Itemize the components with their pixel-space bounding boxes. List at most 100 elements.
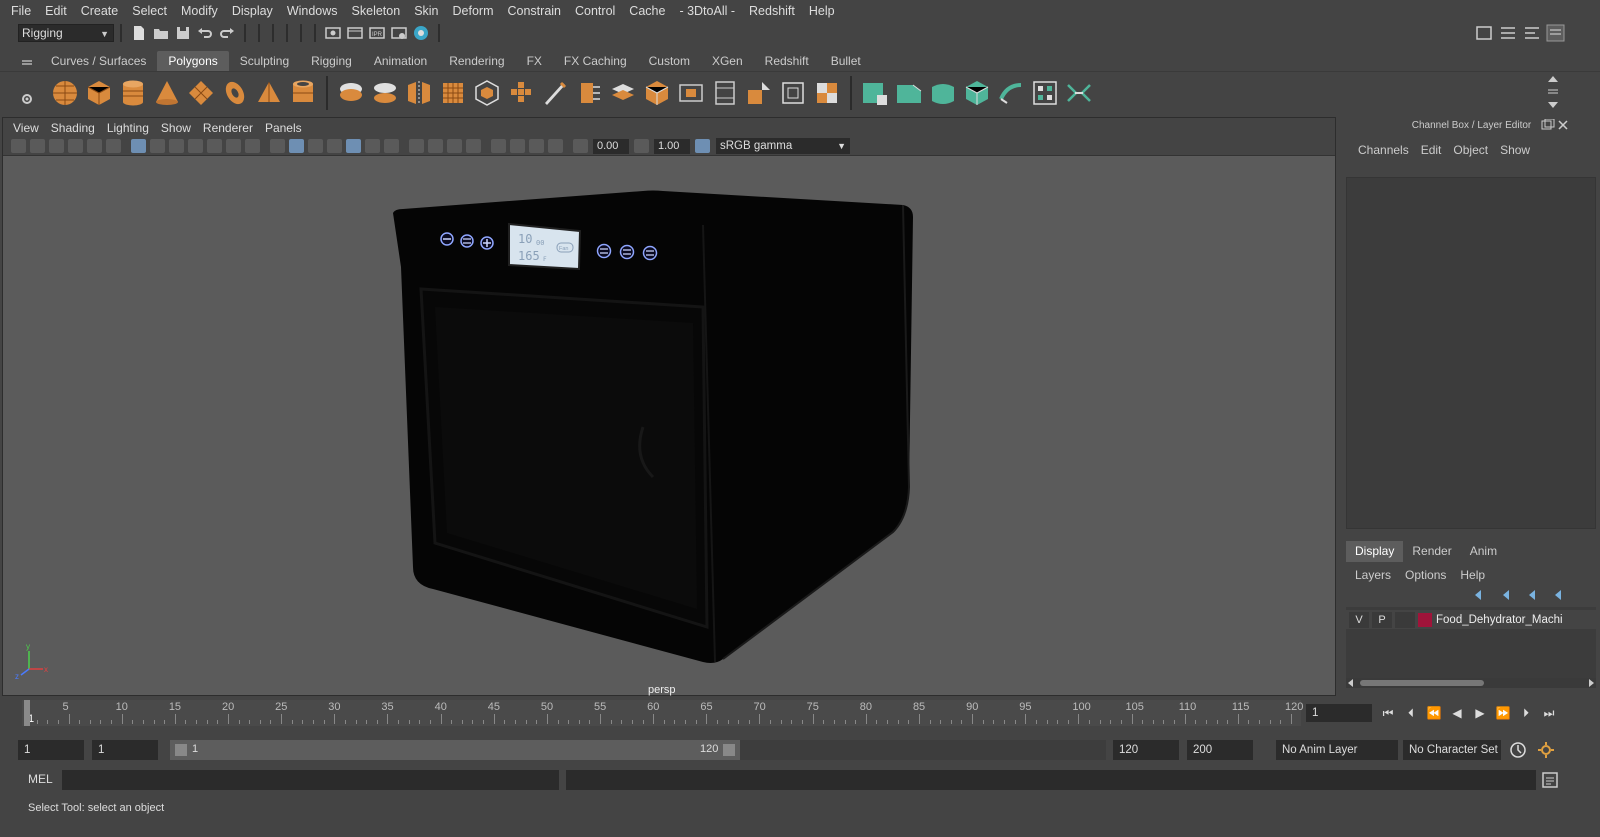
anim-layer-select[interactable]: No Anim Layer ▼ bbox=[1276, 740, 1414, 760]
bridge-icon[interactable] bbox=[609, 79, 637, 107]
hypershade-icon[interactable] bbox=[413, 25, 429, 41]
viewport-menu-view[interactable]: View bbox=[7, 121, 45, 135]
new-layer-icon[interactable] bbox=[1529, 590, 1535, 600]
new-scene-icon[interactable] bbox=[131, 25, 147, 41]
scale-uv-icon[interactable] bbox=[745, 79, 773, 107]
menu-display[interactable]: Display bbox=[225, 4, 280, 18]
view-transform-select[interactable]: sRGB gamma ▼ bbox=[716, 138, 850, 154]
select-camera-icon[interactable] bbox=[11, 139, 26, 153]
multisample-aa-icon[interactable] bbox=[447, 139, 462, 153]
shelf-tab-custom[interactable]: Custom bbox=[638, 51, 701, 71]
mel-command-input[interactable] bbox=[62, 770, 559, 790]
shadows-icon[interactable] bbox=[384, 139, 399, 153]
shelf-tab-rendering[interactable]: Rendering bbox=[438, 51, 515, 71]
shelf-tab-redshift[interactable]: Redshift bbox=[754, 51, 820, 71]
temp-button-icon[interactable] bbox=[619, 244, 635, 260]
depth-of-field-icon[interactable] bbox=[466, 139, 481, 153]
timeline-track[interactable]: 1 5 10 15 20 25 30 35 40 45 50 55 60 65 70 75 80 85 90 95 10… bbox=[22, 700, 1303, 726]
separate-icon[interactable] bbox=[371, 79, 399, 107]
poly-torus-icon[interactable] bbox=[221, 79, 249, 107]
toggle-outliner-icon[interactable] bbox=[1501, 27, 1515, 39]
shelf-tab-rigging[interactable]: Rigging bbox=[300, 51, 363, 71]
menu-skeleton[interactable]: Skeleton bbox=[345, 4, 408, 18]
exposure-icon[interactable] bbox=[573, 139, 588, 153]
poly-pyramid-icon[interactable] bbox=[255, 79, 283, 107]
layer-row[interactable]: V P Food_Dehydrator_Machi bbox=[1346, 610, 1596, 629]
step-back-icon[interactable]: ⏴ bbox=[1403, 705, 1419, 721]
layer-tab-display[interactable]: Display bbox=[1346, 541, 1404, 562]
script-editor-icon[interactable] bbox=[1541, 771, 1559, 789]
playback-start-field[interactable]: 1 bbox=[92, 740, 158, 760]
layer-visibility-toggle[interactable]: V bbox=[1349, 611, 1369, 628]
viewport-menu-panels[interactable]: Panels bbox=[259, 121, 308, 135]
menu-cache[interactable]: Cache bbox=[622, 4, 672, 18]
character-set-select[interactable]: No Character Set bbox=[1403, 740, 1501, 760]
menu-create[interactable]: Create bbox=[74, 4, 126, 18]
layer-menu-layers[interactable]: Layers bbox=[1348, 568, 1398, 582]
checker-map-icon[interactable] bbox=[1031, 79, 1059, 107]
mirror-icon[interactable] bbox=[405, 79, 433, 107]
go-to-end-icon[interactable]: ⏭ bbox=[1541, 705, 1557, 721]
extract-icon[interactable] bbox=[473, 79, 501, 107]
unfold-uv-icon[interactable] bbox=[895, 79, 923, 107]
field-chart-icon[interactable] bbox=[207, 139, 222, 153]
default-material-icon[interactable] bbox=[308, 139, 323, 153]
animation-start-field[interactable]: 1 bbox=[18, 740, 84, 760]
toggle-channelbox-icon[interactable] bbox=[1546, 24, 1565, 42]
poly-cube-icon[interactable] bbox=[85, 79, 113, 107]
menu-select[interactable]: Select bbox=[125, 4, 174, 18]
layer-playback-toggle[interactable]: P bbox=[1372, 611, 1392, 628]
poly-cylinder-icon[interactable] bbox=[119, 79, 147, 107]
gamma-field[interactable]: 1.00 bbox=[654, 138, 690, 154]
xray-active-components-icon[interactable] bbox=[529, 139, 544, 153]
menu-button-icon[interactable] bbox=[460, 234, 474, 248]
multi-cut-icon[interactable] bbox=[541, 79, 569, 107]
shelf-tab-bullet[interactable]: Bullet bbox=[820, 51, 872, 71]
xray-icon[interactable] bbox=[510, 139, 525, 153]
smooth-icon[interactable] bbox=[439, 79, 467, 107]
gamma-icon[interactable] bbox=[634, 139, 649, 153]
menu-edit[interactable]: Edit bbox=[38, 4, 74, 18]
wireframe-on-shaded-icon[interactable] bbox=[327, 139, 342, 153]
poly-plane-icon[interactable] bbox=[187, 79, 215, 107]
range-slider[interactable]: 1 120 bbox=[170, 740, 740, 760]
layer-display-type-toggle[interactable] bbox=[1395, 611, 1415, 628]
play-backwards-icon[interactable]: ◀ bbox=[1449, 705, 1465, 721]
safe-action-icon[interactable] bbox=[226, 139, 241, 153]
color-management-icon[interactable] bbox=[695, 139, 710, 153]
motion-blur-icon[interactable] bbox=[428, 139, 443, 153]
screen-space-ao-icon[interactable] bbox=[409, 139, 424, 153]
script-language-label[interactable]: MEL bbox=[28, 772, 53, 786]
scroll-left-icon[interactable] bbox=[1346, 678, 1356, 688]
layer-color-swatch[interactable] bbox=[1418, 612, 1432, 627]
redo-icon[interactable] bbox=[219, 25, 235, 41]
layout-uv-icon[interactable] bbox=[929, 79, 957, 107]
combine-icon[interactable] bbox=[337, 79, 365, 107]
grid-icon[interactable] bbox=[131, 139, 146, 153]
plus-button-icon[interactable] bbox=[480, 236, 494, 250]
menu-skin[interactable]: Skin bbox=[407, 4, 445, 18]
toggle-attribute-icon[interactable] bbox=[1525, 27, 1539, 39]
viewport-menu-renderer[interactable]: Renderer bbox=[197, 121, 259, 135]
render-view-icon[interactable] bbox=[325, 25, 341, 41]
channel-box[interactable] bbox=[1346, 177, 1596, 529]
viewport-menu-shading[interactable]: Shading bbox=[45, 121, 101, 135]
float-panel-icon[interactable] bbox=[1541, 119, 1555, 131]
play-forwards-icon[interactable]: ▶ bbox=[1472, 705, 1488, 721]
range-end-handle[interactable] bbox=[722, 743, 736, 757]
film-gate-icon[interactable] bbox=[150, 139, 165, 153]
use-all-lights-icon[interactable] bbox=[365, 139, 380, 153]
menu-control[interactable]: Control bbox=[568, 4, 622, 18]
xray-joints-icon[interactable] bbox=[548, 139, 563, 153]
current-time-marker[interactable] bbox=[24, 700, 30, 726]
layer-horizontal-scrollbar[interactable] bbox=[1346, 678, 1596, 688]
menu-file[interactable]: File bbox=[4, 4, 38, 18]
isolate-select-icon[interactable] bbox=[491, 139, 506, 153]
go-to-start-icon[interactable]: ⏮ bbox=[1380, 705, 1396, 721]
shelf-tab-sculpting[interactable]: Sculpting bbox=[229, 51, 300, 71]
menu-3dtoall[interactable]: - 3DtoAll - bbox=[672, 4, 742, 18]
channel-menu-show[interactable]: Show bbox=[1494, 143, 1536, 157]
new-layer-selected-icon[interactable] bbox=[1555, 590, 1561, 600]
extrude-icon[interactable] bbox=[507, 79, 535, 107]
shelf-tab-xgen[interactable]: XGen bbox=[701, 51, 754, 71]
